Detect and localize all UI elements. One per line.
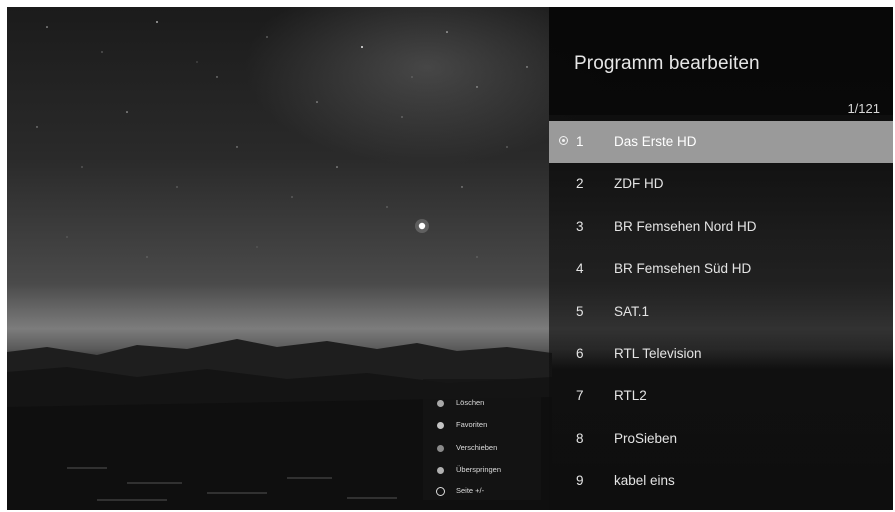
legend-label: Überspringen <box>456 465 502 474</box>
channel-name: RTL Television <box>614 345 702 361</box>
channel-number: 7 <box>576 388 584 404</box>
delete-key-icon <box>437 400 444 407</box>
channel-row[interactable]: 7 RTL2 <box>549 375 893 417</box>
channel-name: ProSieben <box>614 430 678 446</box>
legend-label: Seite +/- <box>456 486 485 495</box>
legend-skip[interactable]: Überspringen <box>435 464 539 478</box>
channel-number: 8 <box>576 430 584 446</box>
channel-number: 5 <box>576 303 584 319</box>
channel-name: BR Femsehen Süd HD <box>614 261 752 277</box>
channel-row[interactable]: 2 ZDF HD <box>549 163 893 205</box>
channel-list: 1 Das Erste HD 2 ZDF HD 3 BR Femsehen No… <box>549 121 893 503</box>
legend-delete[interactable]: Löschen <box>435 397 539 411</box>
favorites-key-icon <box>437 422 444 429</box>
channel-name: BR Femsehen Nord HD <box>614 218 757 234</box>
panel-title: Programm bearbeiten <box>574 53 760 74</box>
channel-row[interactable]: 3 BR Femsehen Nord HD <box>549 206 893 248</box>
channel-row[interactable]: 5 SAT.1 <box>549 291 893 333</box>
channel-name: ZDF HD <box>614 176 664 192</box>
channel-row[interactable]: 9 kabel eins <box>549 460 893 502</box>
skip-key-icon <box>437 467 444 474</box>
legend-label: Favoriten <box>456 420 488 429</box>
channel-number: 3 <box>576 218 584 234</box>
channel-name: kabel eins <box>614 473 675 489</box>
color-key-legend: Löschen Favoriten Verschieben Überspring… <box>423 379 541 500</box>
channel-number: 4 <box>576 261 584 277</box>
legend-label: Löschen <box>456 398 485 407</box>
channel-number: 9 <box>576 473 584 489</box>
channel-name: SAT.1 <box>614 303 650 319</box>
channel-row[interactable]: 8 ProSieben <box>549 418 893 460</box>
tv-screen: Programm bearbeiten 1/121 1 Das Erste HD… <box>7 7 893 510</box>
channel-row-selected[interactable]: 1 Das Erste HD <box>549 121 893 164</box>
channel-name: RTL2 <box>614 388 647 404</box>
legend-page[interactable]: Seite +/- <box>435 485 539 499</box>
legend-move[interactable]: Verschieben <box>435 442 539 456</box>
channel-row[interactable]: 4 BR Femsehen Süd HD <box>549 248 893 290</box>
selected-radio-icon <box>559 136 568 145</box>
page-up-down-icon <box>436 487 445 496</box>
page-counter: 1/121 <box>847 101 880 116</box>
legend-favorites[interactable]: Favoriten <box>435 419 539 433</box>
move-key-icon <box>437 445 444 452</box>
channel-row[interactable]: 6 RTL Television <box>549 333 893 375</box>
channel-name: Das Erste HD <box>614 134 697 149</box>
channel-number: 6 <box>576 345 584 361</box>
channel-edit-panel: Programm bearbeiten 1/121 1 Das Erste HD… <box>549 7 893 510</box>
channel-number: 1 <box>576 134 584 149</box>
legend-label: Verschieben <box>456 443 498 452</box>
channel-number: 2 <box>576 176 584 192</box>
